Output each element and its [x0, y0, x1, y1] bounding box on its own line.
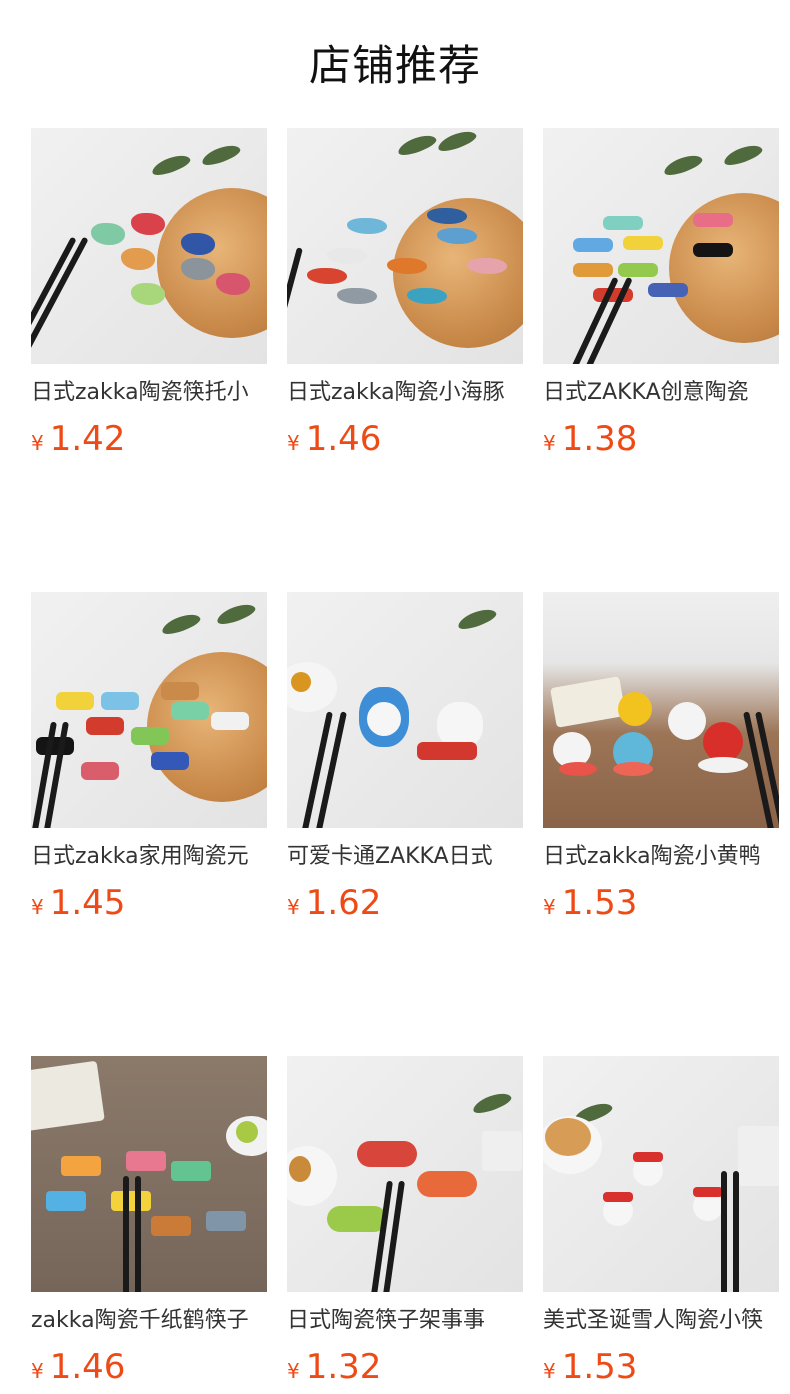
product-card[interactable]: 日式ZAKKA创意陶瓷 ¥1.38 — [543, 128, 779, 460]
product-name[interactable]: 日式zakka家用陶瓷元 — [31, 842, 267, 872]
currency-symbol: ¥ — [31, 1359, 44, 1383]
price-row: ¥1.42 — [31, 418, 267, 460]
product-price: 1.46 — [49, 1347, 126, 1387]
product-image[interactable] — [31, 1056, 267, 1292]
currency-symbol: ¥ — [287, 1359, 300, 1383]
product-price: 1.62 — [305, 883, 382, 923]
product-name[interactable]: 日式zakka陶瓷筷托小 — [31, 378, 267, 408]
product-grid: 日式zakka陶瓷筷托小 ¥1.42 日式zakka陶瓷小海豚 ¥1.46 日式… — [31, 128, 779, 1388]
price-row: ¥1.46 — [287, 418, 523, 460]
product-name[interactable]: 日式zakka陶瓷小黄鸭 — [543, 842, 779, 872]
product-image[interactable] — [287, 1056, 523, 1292]
product-card[interactable]: 日式zakka陶瓷小海豚 ¥1.46 — [287, 128, 523, 460]
product-card[interactable]: 日式zakka陶瓷小黄鸭 ¥1.53 — [543, 592, 779, 924]
price-row: ¥1.46 — [31, 1346, 267, 1388]
product-price: 1.46 — [305, 419, 382, 459]
currency-symbol: ¥ — [287, 431, 300, 455]
product-image[interactable] — [287, 592, 523, 828]
product-price: 1.53 — [561, 883, 638, 923]
product-card[interactable]: 日式陶瓷筷子架事事 ¥1.32 — [287, 1056, 523, 1388]
product-card[interactable]: zakka陶瓷千纸鹤筷子 ¥1.46 — [31, 1056, 267, 1388]
product-image[interactable] — [543, 128, 779, 364]
price-row: ¥1.53 — [543, 882, 779, 924]
product-price: 1.38 — [561, 419, 638, 459]
product-price: 1.42 — [49, 419, 126, 459]
product-name[interactable]: 日式zakka陶瓷小海豚 — [287, 378, 523, 408]
product-card[interactable]: 可爱卡通ZAKKA日式 ¥1.62 — [287, 592, 523, 924]
product-name[interactable]: 美式圣诞雪人陶瓷小筷 — [543, 1306, 779, 1336]
price-row: ¥1.53 — [543, 1346, 779, 1388]
price-row: ¥1.45 — [31, 882, 267, 924]
currency-symbol: ¥ — [543, 431, 556, 455]
product-image[interactable] — [31, 592, 267, 828]
product-name[interactable]: 日式ZAKKA创意陶瓷 — [543, 378, 779, 408]
product-card[interactable]: 日式zakka家用陶瓷元 ¥1.45 — [31, 592, 267, 924]
product-image[interactable] — [31, 128, 267, 364]
price-row: ¥1.32 — [287, 1346, 523, 1388]
currency-symbol: ¥ — [543, 895, 556, 919]
product-name[interactable]: 可爱卡通ZAKKA日式 — [287, 842, 523, 872]
product-price: 1.53 — [561, 1347, 638, 1387]
product-image[interactable] — [543, 1056, 779, 1292]
page-title: 店铺推荐 — [308, 41, 481, 90]
product-card[interactable]: 日式zakka陶瓷筷托小 ¥1.42 — [31, 128, 267, 460]
currency-symbol: ¥ — [287, 895, 300, 919]
product-image[interactable] — [543, 592, 779, 828]
product-price: 1.32 — [305, 1347, 382, 1387]
product-image[interactable] — [287, 128, 523, 364]
currency-symbol: ¥ — [31, 431, 44, 455]
currency-symbol: ¥ — [543, 1359, 556, 1383]
product-name[interactable]: zakka陶瓷千纸鹤筷子 — [31, 1306, 267, 1336]
product-name[interactable]: 日式陶瓷筷子架事事 — [287, 1306, 523, 1336]
product-price: 1.45 — [49, 883, 126, 923]
price-row: ¥1.62 — [287, 882, 523, 924]
currency-symbol: ¥ — [31, 895, 44, 919]
product-card[interactable]: 美式圣诞雪人陶瓷小筷 ¥1.53 — [543, 1056, 779, 1388]
price-row: ¥1.38 — [543, 418, 779, 460]
